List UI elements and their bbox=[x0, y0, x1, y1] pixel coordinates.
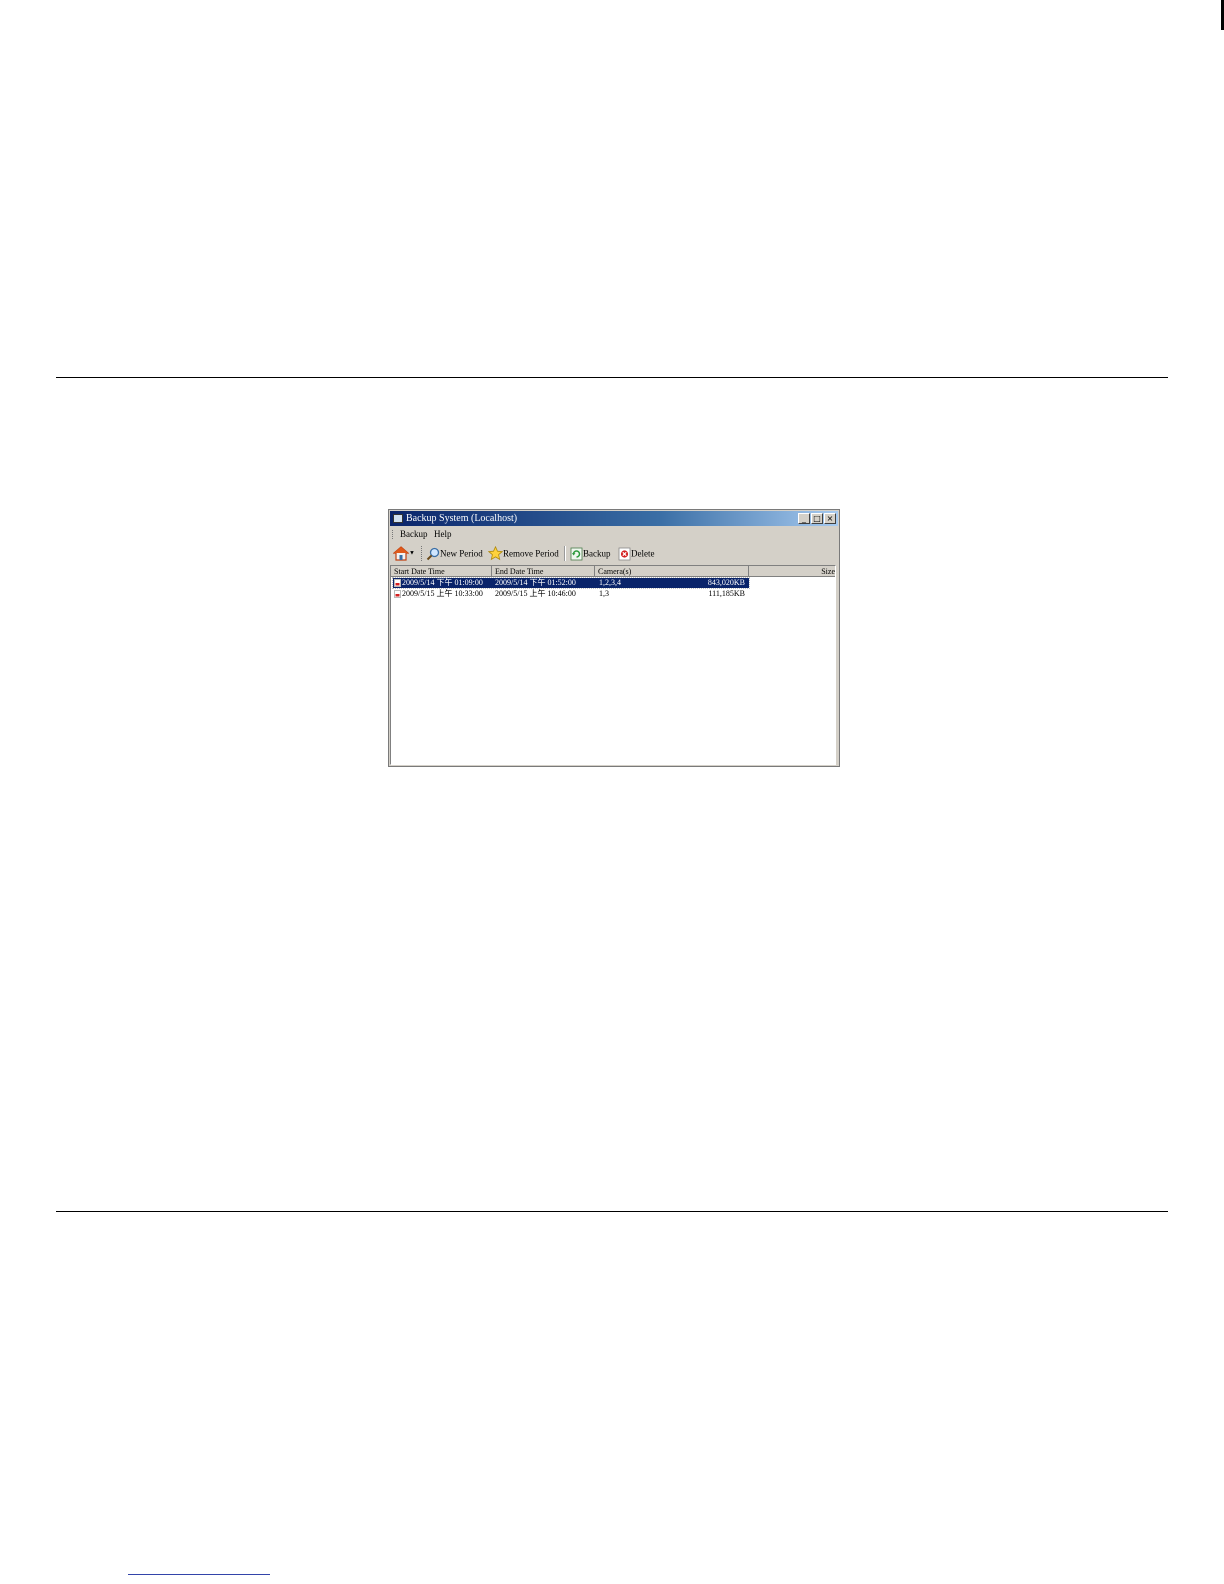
backup-system-window: Backup System (Localhost) _ □ × Backup H… bbox=[388, 509, 840, 767]
column-header-start-date-time[interactable]: Start Date Time bbox=[391, 566, 492, 577]
cell-size: 111,185KB bbox=[708, 589, 745, 598]
bottom-rule bbox=[56, 1211, 1168, 1212]
backup-label: Backup bbox=[583, 548, 611, 559]
column-header-cameras[interactable]: Camera(s) bbox=[595, 566, 749, 577]
footer-link-underline bbox=[128, 1574, 270, 1575]
title-bar[interactable]: Backup System (Localhost) _ □ × bbox=[390, 511, 838, 526]
window-title: Backup System (Localhost) bbox=[406, 513, 518, 524]
menu-item-backup[interactable]: Backup bbox=[400, 527, 428, 541]
column-header-size[interactable]: Size bbox=[749, 566, 835, 577]
star-icon bbox=[487, 546, 504, 561]
list-header: Start Date Time End Date Time Camera(s) … bbox=[391, 566, 835, 577]
app-icon bbox=[393, 514, 403, 523]
new-period-button[interactable]: New Period bbox=[426, 545, 483, 562]
toolbar-separator bbox=[564, 546, 566, 561]
cell-end-date-time: 2009/5/15 上午 10:46:00 bbox=[495, 589, 576, 598]
remove-period-label: Remove Period bbox=[503, 548, 559, 559]
cell-start-date-time: 2009/5/15 上午 10:33:00 bbox=[402, 589, 483, 598]
cell-end-date-time: 2009/5/14 下午 01:52:00 bbox=[495, 578, 576, 587]
backup-period-list[interactable]: Start Date Time End Date Time Camera(s) … bbox=[390, 565, 836, 765]
file-icon bbox=[394, 579, 401, 587]
magnifier-icon bbox=[426, 547, 440, 561]
menu-grip-handle[interactable] bbox=[392, 530, 395, 539]
delete-label: Delete bbox=[631, 548, 655, 559]
cell-start-date-time: 2009/5/14 下午 01:09:00 bbox=[402, 578, 483, 587]
backup-button[interactable]: Backup bbox=[570, 545, 611, 562]
column-header-end-date-time[interactable]: End Date Time bbox=[492, 566, 595, 577]
file-icon bbox=[394, 590, 401, 598]
new-period-label: New Period bbox=[440, 548, 483, 559]
maximize-button[interactable]: □ bbox=[811, 513, 823, 524]
delete-button[interactable]: Delete bbox=[618, 545, 654, 562]
minimize-button[interactable]: _ bbox=[798, 513, 810, 524]
cell-cameras: 1,2,3,4 bbox=[599, 578, 621, 587]
remove-period-button[interactable]: Remove Period bbox=[487, 545, 559, 562]
menu-item-help[interactable]: Help bbox=[434, 527, 452, 541]
backup-refresh-icon bbox=[570, 547, 583, 561]
delete-x-icon bbox=[618, 547, 631, 561]
home-dropdown-button[interactable]: ▼ bbox=[392, 545, 415, 562]
close-button[interactable]: × bbox=[824, 513, 836, 524]
cell-cameras: 1,3 bbox=[599, 589, 609, 598]
toolbar-grip[interactable] bbox=[421, 546, 423, 561]
cell-size: 843,020KB bbox=[707, 578, 745, 587]
table-row[interactable]: 2009/5/15 上午 10:33:00 2009/5/15 上午 10:46… bbox=[393, 589, 749, 599]
menu-bar: Backup Help bbox=[390, 527, 838, 541]
home-icon bbox=[392, 546, 410, 562]
top-rule bbox=[56, 377, 1168, 378]
chevron-down-icon: ▼ bbox=[409, 550, 415, 557]
toolbar: ▼ New Period Remove Period Backup Delete bbox=[390, 542, 838, 564]
table-row[interactable]: 2009/5/14 下午 01:09:00 2009/5/14 下午 01:52… bbox=[392, 577, 750, 589]
